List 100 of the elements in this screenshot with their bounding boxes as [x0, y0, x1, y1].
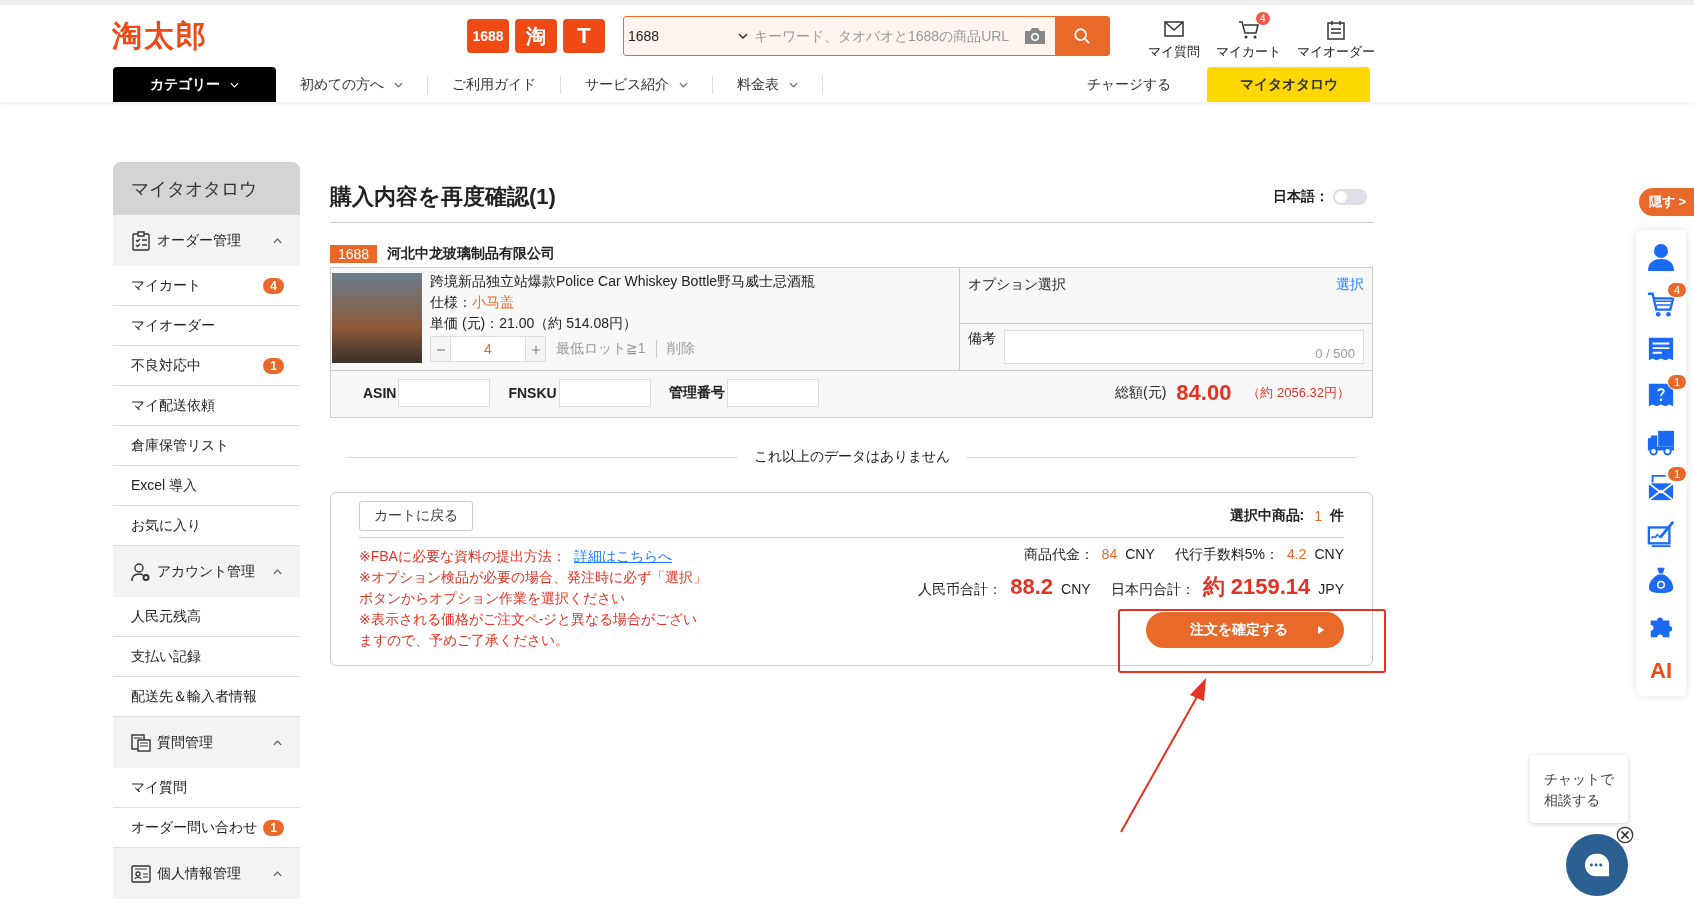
nav-item[interactable]: 料金表	[713, 75, 823, 94]
platform-badge[interactable]: 1688	[467, 19, 509, 53]
sidebar-item-label: Excel 導入	[131, 476, 198, 495]
currency-unit: JPY	[1318, 581, 1344, 597]
seller-name[interactable]: 河北中龙玻璃制品有限公司	[387, 245, 556, 263]
back-to-cart-button[interactable]: カートに戻る	[359, 501, 473, 531]
document-list-icon	[131, 732, 151, 753]
sidebar-item-label: マイ質問	[131, 778, 187, 797]
rmb-total-value: 88.2	[1010, 574, 1054, 600]
jpy-total-value: 約 2159.14	[1202, 573, 1311, 601]
sidebar-item[interactable]: マイ質問	[113, 768, 300, 808]
sidebar-section-header[interactable]: 個人情報管理	[113, 848, 300, 899]
site-logo[interactable]: 淘太郎	[112, 15, 467, 57]
sidebar-section-header[interactable]: アカウント管理	[113, 546, 300, 597]
checklist-icon	[131, 230, 151, 251]
product-photo-placeholder[interactable]	[332, 273, 422, 363]
sidebar-item[interactable]: マイカート 4	[113, 266, 300, 306]
field-label: 管理番号	[668, 384, 725, 402]
clipboard-icon	[1326, 20, 1346, 40]
camera-icon[interactable]	[1023, 26, 1047, 46]
search-scope-select[interactable]: 1688	[624, 28, 752, 44]
remark-label: 備考	[968, 330, 996, 348]
selected-count: 1	[1314, 508, 1322, 524]
sidebar-item[interactable]: マイ配送依頼	[113, 386, 300, 426]
spec-value: 小马盖	[472, 294, 514, 310]
nav-item[interactable]: ご利用ガイド	[428, 75, 561, 94]
id-card-icon	[131, 863, 151, 884]
field-label: ASIN	[363, 385, 397, 401]
ai-assistant-button[interactable]: AI	[1650, 658, 1672, 684]
currency-unit: CNY	[1314, 546, 1344, 562]
fee-label: 代行手数料5%：	[1174, 546, 1279, 564]
option-label: オプション選択	[968, 276, 1066, 294]
sidebar-item[interactable]: 倉庫保管リスト	[113, 426, 300, 466]
sidebar-item-label: 倉庫保管リスト	[131, 436, 229, 455]
nav-item[interactable]: カテゴリー	[113, 67, 276, 102]
envelope-icon	[1164, 20, 1184, 38]
plus-icon	[531, 345, 540, 354]
nav-item[interactable]: 初めての方へ	[276, 75, 428, 94]
text-field[interactable]	[726, 379, 819, 407]
jpy-total-label: 日本円合計：	[1110, 581, 1195, 599]
fee-value: 4.2	[1286, 546, 1307, 562]
end-of-list-message: これ以上のデータはありません	[753, 448, 950, 466]
goods-cost-label: 商品代金：	[1023, 546, 1094, 564]
notice-text: ボタンからオプション作業を選択ください	[359, 590, 625, 606]
money-bag-icon[interactable]	[1647, 566, 1675, 594]
total-amount: 84.00	[1176, 380, 1232, 406]
nav-item[interactable]: チャージする	[1051, 75, 1207, 94]
envelope-icon[interactable]	[1647, 474, 1675, 502]
sidebar-item-label: オーダー問い合わせ	[131, 818, 257, 837]
sidebar-item[interactable]: 支払い記録	[113, 637, 300, 677]
sidebar-item[interactable]: 人民元残高	[113, 597, 300, 637]
language-toggle[interactable]	[1333, 189, 1367, 205]
notice-text: ※FBAに必要な資料の提出方法：	[359, 548, 566, 564]
spec-label: 仕様：	[430, 294, 472, 310]
header-link[interactable]: マイオーダー	[1297, 11, 1375, 61]
field-label: FNSKU	[508, 385, 557, 401]
search-field[interactable]: 1688 キーワード、タオバオと1688の商品URL	[623, 16, 1110, 56]
select-option-link[interactable]: 選択	[1336, 276, 1364, 315]
sidebar-item[interactable]: 不良対応中 1	[113, 346, 300, 386]
sidebar-item[interactable]: マイオーダー	[113, 306, 300, 346]
character-counter: 0 / 500	[1315, 346, 1355, 361]
cart-icon[interactable]	[1647, 290, 1675, 318]
person-icon[interactable]	[1646, 242, 1676, 272]
chat-tooltip[interactable]: チャットで 相談する	[1530, 755, 1628, 823]
platform-badge[interactable]: 淘	[515, 19, 557, 53]
details-link[interactable]: 詳細はこちらへ	[573, 548, 672, 564]
count-badge: 4	[1666, 282, 1687, 298]
selected-unit: 件	[1330, 507, 1344, 525]
notice-text: ますので、予めご了承ください。	[359, 632, 569, 648]
header-link[interactable]: マイ質問	[1148, 11, 1200, 61]
sidebar-item-label: マイカート	[131, 276, 201, 295]
nav-item[interactable]: マイタオタロウ	[1207, 67, 1370, 102]
selected-label: 選択中商品:	[1229, 507, 1305, 525]
count-badge: 1	[1666, 374, 1687, 390]
search-icon	[1073, 27, 1091, 45]
currency-unit: CNY	[1061, 581, 1091, 597]
unit-price: 単価 (元)：21.00（約 514.08円）	[430, 315, 638, 333]
language-label: 日本語：	[1273, 188, 1329, 206]
sidebar-section-header[interactable]: 質問管理	[113, 717, 300, 768]
search-input[interactable]: キーワード、タオバオと1688の商品URL	[752, 27, 1015, 45]
signature-icon[interactable]	[1647, 520, 1675, 548]
close-icon[interactable]	[1616, 826, 1634, 844]
header-link[interactable]: 4 マイカート	[1216, 11, 1281, 61]
sidebar-item-label: 人民元残高	[131, 607, 201, 626]
sidebar-item[interactable]: Excel 導入	[113, 466, 300, 506]
product-title[interactable]: 跨境新品独立站爆款Police Car Whiskey Bottle野马威士忌酒瓶	[430, 273, 816, 291]
search-button[interactable]	[1055, 17, 1109, 55]
page-title: 購入内容を再度確認(1)	[330, 183, 557, 211]
text-field[interactable]	[398, 379, 491, 407]
count-badge: 1	[263, 357, 284, 374]
nav-item[interactable]: サービス紹介	[561, 75, 713, 94]
sidebar-item-label: 配送先＆輸入者情報	[131, 687, 257, 706]
chat-bubble-icon	[1583, 852, 1611, 878]
count-badge: 1	[1666, 466, 1687, 482]
currency-unit: CNY	[1125, 546, 1155, 562]
truck-icon[interactable]	[1646, 428, 1676, 456]
text-field[interactable]	[558, 379, 651, 407]
sidebar-section-header[interactable]: オーダー管理	[113, 215, 300, 266]
platform-badge[interactable]: T	[563, 19, 605, 53]
sidebar-item-label: 支払い記録	[131, 647, 201, 666]
